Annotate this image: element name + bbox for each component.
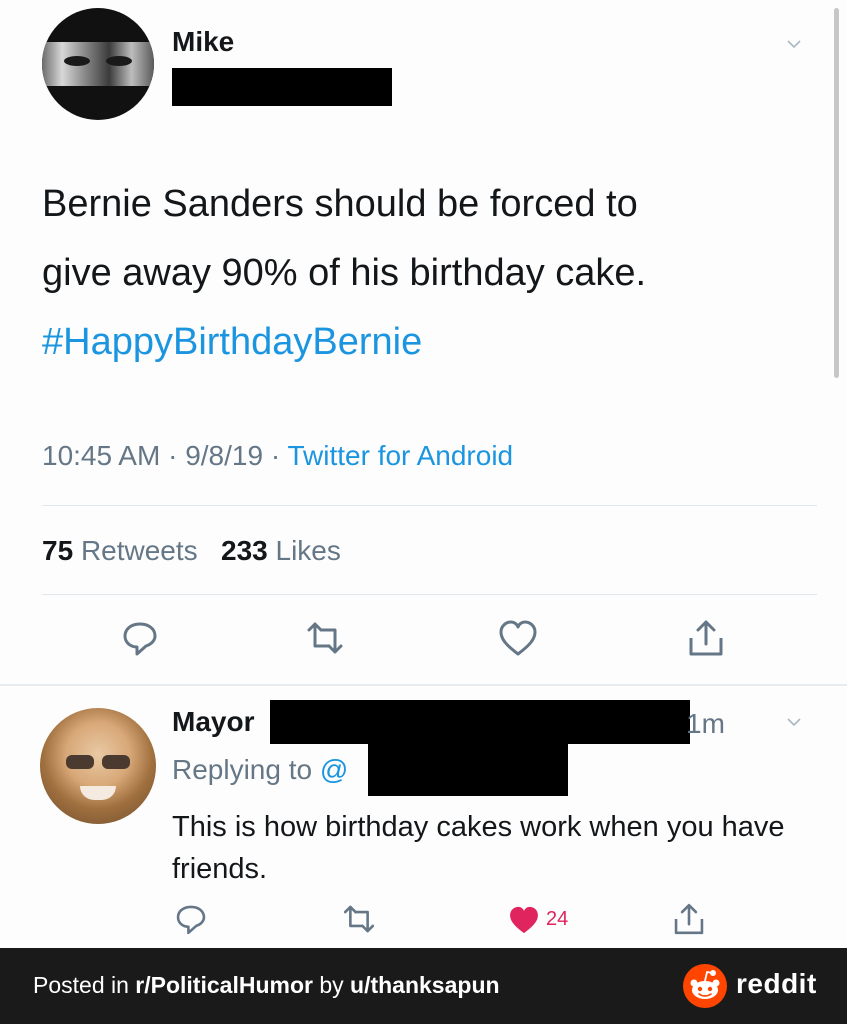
share-icon: [674, 903, 704, 935]
by-label: by: [319, 972, 344, 998]
reply-button[interactable]: [172, 900, 210, 938]
replying-mention-link[interactable]: @: [320, 754, 348, 785]
avatar[interactable]: [42, 8, 154, 120]
avatar-glasses: [66, 755, 130, 769]
likes-label: Likes: [275, 535, 341, 566]
divider: [42, 594, 817, 595]
tweet-time: 10:45 AM: [42, 440, 161, 471]
reply-icon: [123, 622, 157, 656]
avatar-photo: [42, 42, 154, 86]
redacted-handle: [368, 744, 568, 796]
tweet-source-link[interactable]: Twitter for Android: [287, 440, 513, 471]
reply-text: This is how birthday cakes work when you…: [172, 811, 785, 885]
tweet-text-line: Bernie Sanders should be forced to: [42, 183, 638, 225]
username-link[interactable]: u/thanksapun: [350, 972, 500, 998]
reddit-wordmark[interactable]: reddit: [736, 968, 817, 1000]
divider: [42, 505, 817, 506]
retweets-label: Retweets: [80, 535, 198, 566]
share-button[interactable]: [670, 900, 708, 938]
like-button[interactable]: [496, 616, 540, 660]
avatar-eye: [106, 56, 132, 66]
retweets-count: 75: [42, 535, 74, 566]
reply-button[interactable]: [118, 616, 162, 660]
share-button[interactable]: [684, 616, 728, 660]
author-name[interactable]: Mike: [172, 26, 234, 58]
hashtag-link[interactable]: #HappyBirthdayBernie: [42, 308, 802, 377]
scrollbar[interactable]: [834, 8, 839, 378]
reply-icon: [176, 905, 206, 935]
retweet-button[interactable]: [303, 616, 347, 660]
tweet-stats: 75 Retweets 233 Likes: [42, 535, 341, 567]
reddit-footer-bar: Posted in r/PoliticalHumor by u/thanksap…: [0, 948, 847, 1024]
chevron-down-icon[interactable]: [786, 714, 802, 730]
avatar[interactable]: [40, 708, 156, 824]
like-button[interactable]: [506, 902, 542, 938]
reddit-snoo-icon[interactable]: [683, 964, 727, 1008]
like-icon: [499, 620, 537, 656]
tweet-metadata: 10:45 AM · 9/8/19 · Twitter for Android: [42, 440, 513, 472]
retweet-icon: [343, 905, 375, 933]
likes-count: 233: [221, 535, 268, 566]
post-attribution: Posted in r/PoliticalHumor by u/thanksap…: [33, 972, 500, 999]
likes-stat[interactable]: 233 Likes: [221, 535, 341, 566]
tweet-text-line: give away 90% of his birthday cake.: [42, 252, 647, 294]
liked-heart-icon: [510, 906, 538, 934]
redacted-handle: [172, 68, 392, 106]
tweet-date: 9/8/19: [185, 440, 264, 471]
reply-author-name[interactable]: Mayor: [172, 706, 254, 738]
reply-like-count: 24: [546, 908, 569, 930]
meta-separator: ·: [168, 440, 178, 471]
original-tweet: Mike Bernie Sanders should be forced to …: [0, 0, 847, 948]
posted-in-label: Posted in: [33, 972, 129, 998]
retweet-button[interactable]: [340, 900, 378, 938]
reply-time: 1m: [686, 708, 725, 739]
redacted-handle: [270, 700, 690, 744]
section-separator: [0, 684, 847, 686]
replying-prefix: Replying to: [172, 754, 313, 785]
tweet-text: Bernie Sanders should be forced to give …: [42, 170, 802, 377]
share-icon: [689, 620, 723, 656]
subreddit-link[interactable]: r/PoliticalHumor: [135, 972, 313, 998]
retweet-icon: [307, 622, 343, 654]
replying-to: Replying to @: [172, 754, 348, 786]
avatar-eye: [64, 56, 90, 66]
retweets-stat[interactable]: 75 Retweets: [42, 535, 198, 566]
chevron-down-icon[interactable]: [786, 36, 802, 52]
meta-separator: ·: [270, 440, 281, 471]
avatar-smile: [80, 786, 116, 800]
